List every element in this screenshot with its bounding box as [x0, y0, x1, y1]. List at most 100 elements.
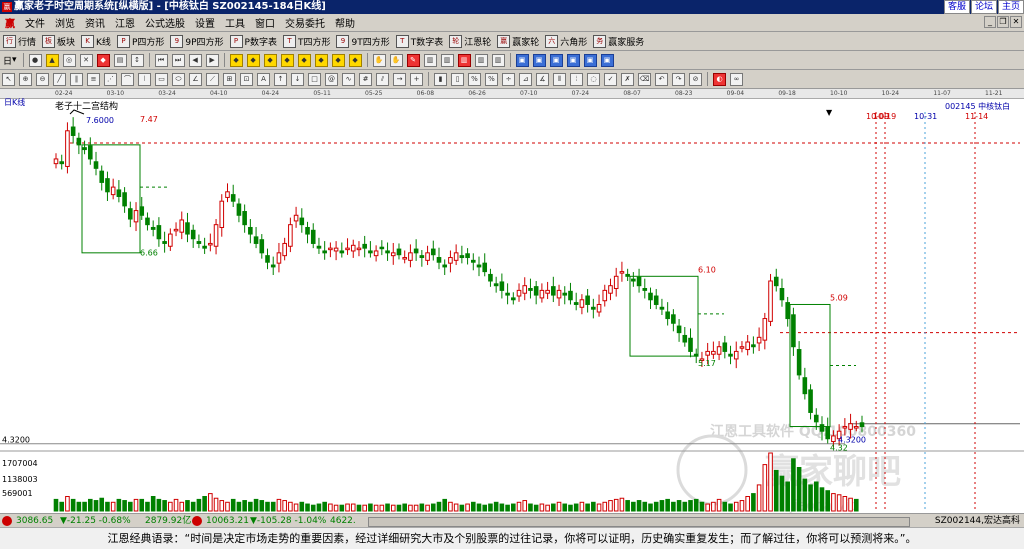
redo-icon[interactable]: ↷: [672, 72, 685, 86]
period-select[interactable]: 日 ▾: [3, 54, 17, 67]
window-icon-2[interactable]: ▣: [532, 53, 546, 67]
homepage-link[interactable]: 主页: [997, 0, 1024, 14]
menu-trade[interactable]: 交易委托: [280, 15, 330, 30]
bars-icon-1[interactable]: ▮: [434, 72, 447, 86]
spiral-tool-icon[interactable]: @: [325, 72, 338, 86]
t-square-button[interactable]: T T四方形: [282, 34, 330, 48]
restore-icon[interactable]: ❐: [997, 16, 1009, 28]
diamond-icon-4[interactable]: ◆: [280, 53, 294, 67]
diamond-icon-6[interactable]: ◆: [314, 53, 328, 67]
next-icon[interactable]: ▶: [205, 53, 219, 67]
box-tool-icon[interactable]: ▭: [155, 72, 168, 86]
pencil-icon[interactable]: ✎: [406, 53, 420, 67]
prev-icon[interactable]: ◀: [188, 53, 202, 67]
diamond-tool-icon[interactable]: ◆: [96, 53, 110, 67]
lock-icon[interactable]: ⊘: [689, 72, 702, 86]
line-tool-icon[interactable]: ╱: [53, 72, 66, 86]
menu-help[interactable]: 帮助: [330, 15, 360, 30]
gann-fan-icon[interactable]: ⟋: [206, 72, 219, 86]
window-icon-4[interactable]: ▣: [566, 53, 580, 67]
sector-button[interactable]: 板板块: [42, 34, 75, 48]
mark-icon-1[interactable]: ✓: [604, 72, 617, 86]
angle-icon-2[interactable]: ∡: [536, 72, 549, 86]
ray-tool-icon[interactable]: →: [393, 72, 406, 86]
mark-icon-2[interactable]: ✗: [621, 72, 634, 86]
grid-tool-icon[interactable]: ▤: [113, 53, 127, 67]
forum-link[interactable]: 论坛: [970, 0, 997, 14]
gann-box-icon[interactable]: ⊞: [223, 72, 236, 86]
fib-tool-icon[interactable]: ≡: [87, 72, 100, 86]
9p-square-button[interactable]: 9 9P四方形: [170, 34, 224, 48]
cross-tool-icon[interactable]: ✕: [79, 53, 93, 67]
angle-tool-icon[interactable]: ∠: [189, 72, 202, 86]
parallel-tool-icon[interactable]: ∥: [70, 72, 83, 86]
last-page-icon[interactable]: ⏭: [171, 53, 185, 67]
menu-app-icon[interactable]: 赢: [0, 15, 20, 30]
chart-icon-4[interactable]: ▥: [474, 53, 488, 67]
percent-icon-2[interactable]: %: [485, 72, 498, 86]
ratio-icon[interactable]: ÷: [502, 72, 515, 86]
ellipse-tool-icon[interactable]: ⬭: [172, 72, 185, 86]
hand-icon-1[interactable]: ✋: [372, 53, 386, 67]
arc-tool-icon[interactable]: ⌒: [121, 72, 134, 86]
window-icon-3[interactable]: ▣: [549, 53, 563, 67]
p-table-button[interactable]: P P数字表: [229, 34, 277, 48]
fib-time-icon[interactable]: ⦙: [570, 72, 583, 86]
cross-hair-icon[interactable]: +: [410, 72, 423, 86]
menu-window[interactable]: 窗口: [250, 15, 280, 30]
grid-tool-icon-2[interactable]: #: [359, 72, 372, 86]
gann-wheel-button[interactable]: 轮江恩轮: [449, 34, 491, 48]
eraser-icon[interactable]: ⌫: [638, 72, 651, 86]
close-icon[interactable]: ✕: [1010, 16, 1022, 28]
support-link[interactable]: 客服: [943, 0, 970, 14]
vertical-arrow-icon[interactable]: ↕: [130, 53, 144, 67]
zoom-out-icon[interactable]: ⊖: [36, 72, 49, 86]
diamond-icon-3[interactable]: ◆: [263, 53, 277, 67]
triangle-tool-icon[interactable]: ▲: [45, 53, 59, 67]
color-picker-icon[interactable]: ◐: [713, 72, 726, 86]
menu-info[interactable]: 资讯: [80, 15, 110, 30]
text-tool-icon[interactable]: A: [257, 72, 270, 86]
cycle-tool-icon[interactable]: ⦚: [138, 72, 151, 86]
menu-formula[interactable]: 公式选股: [140, 15, 190, 30]
t-table-button[interactable]: T T数字表: [395, 34, 443, 48]
fan-tool-icon[interactable]: ⋰: [104, 72, 117, 86]
target-tool-icon[interactable]: ◎: [62, 53, 76, 67]
menu-file[interactable]: 文件: [20, 15, 50, 30]
diamond-icon-7[interactable]: ◆: [331, 53, 345, 67]
percent-icon-1[interactable]: %: [468, 72, 481, 86]
hexagon-button[interactable]: 六六角形: [545, 34, 587, 48]
menu-settings[interactable]: 设置: [190, 15, 220, 30]
kline-button[interactable]: K K线: [81, 34, 111, 48]
quotes-button[interactable]: 行行情: [3, 34, 36, 48]
window-icon-5[interactable]: ▣: [583, 53, 597, 67]
winner-wheel-button[interactable]: 赢赢家轮: [497, 34, 539, 48]
9t-square-button[interactable]: 9 9T四方形: [336, 34, 390, 48]
arrow-up-icon[interactable]: ↑: [274, 72, 287, 86]
kline-svg[interactable]: 日K线 老子十二宫结构 002145 中核钛白 ▼ 江恩工具软件 QQ:1008…: [0, 97, 1024, 514]
spiral-icon-2[interactable]: ◌: [587, 72, 600, 86]
link-icon[interactable]: ∞: [730, 72, 743, 86]
menu-tools[interactable]: 工具: [220, 15, 250, 30]
hand-icon-2[interactable]: ✋: [389, 53, 403, 67]
undo-icon[interactable]: ↶: [655, 72, 668, 86]
chart-icon-2[interactable]: ▥: [440, 53, 454, 67]
fan-icon-2[interactable]: ⊿: [519, 72, 532, 86]
winner-service-button[interactable]: 务赢家服务: [593, 34, 644, 48]
circle-tool-icon[interactable]: ●: [28, 53, 42, 67]
gann-grid-icon[interactable]: ⊡: [240, 72, 253, 86]
chevron-down-icon[interactable]: ▼: [826, 108, 833, 117]
p-square-button[interactable]: P P四方形: [116, 34, 164, 48]
diamond-icon-1[interactable]: ◆: [229, 53, 243, 67]
chart-icon-1[interactable]: ▥: [423, 53, 437, 67]
horizontal-scrollbar[interactable]: [368, 517, 910, 527]
time-zone-icon[interactable]: ⦀: [553, 72, 566, 86]
chart-icon-5[interactable]: ▥: [491, 53, 505, 67]
minimize-icon[interactable]: _: [984, 16, 996, 28]
window-icon-1[interactable]: ▣: [515, 53, 529, 67]
kline-chart[interactable]: 日K线 老子十二宫结构 002145 中核钛白 ▼ 江恩工具软件 QQ:1008…: [0, 97, 1024, 514]
zoom-in-icon[interactable]: ⊕: [19, 72, 32, 86]
pointer-icon[interactable]: ↖: [2, 72, 15, 86]
square-tool-icon[interactable]: □: [308, 72, 321, 86]
first-page-icon[interactable]: ⏮: [154, 53, 168, 67]
